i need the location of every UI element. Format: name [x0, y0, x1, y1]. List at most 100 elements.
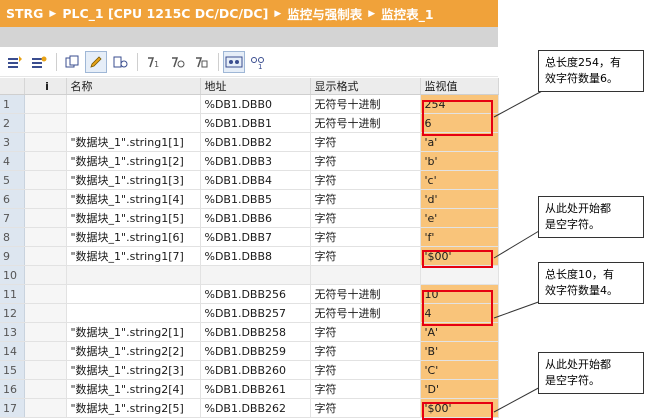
- name-cell[interactable]: "数据块_1".string2[3]: [66, 360, 201, 380]
- display-format-cell[interactable]: [310, 265, 421, 285]
- address-cell[interactable]: %DB1.DBB261: [200, 379, 311, 399]
- monitor-value-cell: 'd': [420, 189, 499, 209]
- display-format-cell[interactable]: 字符: [310, 170, 421, 190]
- add-row-icon[interactable]: [28, 51, 50, 73]
- display-format-cell[interactable]: 字符: [310, 379, 421, 399]
- name-cell[interactable]: "数据块_1".string1[4]: [66, 189, 201, 209]
- display-format-cell[interactable]: 字符: [310, 322, 421, 342]
- col-header-number: [0, 78, 25, 95]
- name-cell[interactable]: "数据块_1".string1[6]: [66, 227, 201, 247]
- display-format-cell[interactable]: 字符: [310, 398, 421, 418]
- address-cell[interactable]: %DB1.DBB260: [200, 360, 311, 380]
- name-cell[interactable]: "数据块_1".string1[2]: [66, 151, 201, 171]
- monitor-once-icon[interactable]: 1: [247, 51, 269, 73]
- col-header-address[interactable]: 地址: [200, 78, 311, 95]
- col-header-name[interactable]: 名称: [66, 78, 201, 95]
- breadcrumb-watch-table[interactable]: 监控表_1: [381, 4, 433, 23]
- table-row[interactable]: 8 "数据块_1".string1[6] %DB1.DBB7 字符'f': [0, 227, 499, 247]
- table-row[interactable]: 14 "数据块_1".string2[2] %DB1.DBB259 字符 'B': [0, 341, 499, 361]
- name-cell[interactable]: "数据块_1".string1[3]: [66, 170, 201, 190]
- address-cell[interactable]: %DB1.DBB7: [200, 227, 311, 247]
- name-cell[interactable]: "数据块_1".string2[4]: [66, 379, 201, 399]
- name-cell[interactable]: "数据块_1".string1[5]: [66, 208, 201, 228]
- col-header-display-format[interactable]: 显示格式: [310, 78, 421, 95]
- address-cell[interactable]: %DB1.DBB262: [200, 398, 311, 418]
- table-row[interactable]: 16 "数据块_1".string2[4] %DB1.DBB261 字符 'D': [0, 379, 499, 399]
- monitor-cycle-icon[interactable]: [109, 51, 131, 73]
- name-cell[interactable]: [66, 113, 201, 133]
- name-cell[interactable]: [66, 303, 201, 323]
- annotation-line: 是空字符。: [545, 218, 600, 231]
- monitor-all-icon[interactable]: [223, 50, 245, 73]
- edit-icon[interactable]: [85, 50, 107, 73]
- display-format-cell[interactable]: 字符: [310, 132, 421, 152]
- display-format-cell[interactable]: 无符号十进制: [310, 284, 421, 304]
- force-all-icon[interactable]: [166, 51, 188, 73]
- display-format-cell[interactable]: 字符: [310, 189, 421, 209]
- address-cell[interactable]: %DB1.DBB4: [200, 170, 311, 190]
- address-cell[interactable]: %DB1.DBB1: [200, 113, 311, 133]
- annotation-line: 总长度254，有: [545, 56, 621, 69]
- force-settings-icon[interactable]: [190, 51, 212, 73]
- svg-text:1: 1: [154, 60, 159, 69]
- address-cell[interactable]: %DB1.DBB3: [200, 151, 311, 171]
- name-cell[interactable]: "数据块_1".string2[1]: [66, 322, 201, 342]
- display-format-cell[interactable]: 字符: [310, 360, 421, 380]
- highlight-box-string1-header: [422, 100, 493, 136]
- name-cell[interactable]: "数据块_1".string1[1]: [66, 132, 201, 152]
- address-cell[interactable]: %DB1.DBB257: [200, 303, 311, 323]
- address-cell[interactable]: %DB1.DBB6: [200, 208, 311, 228]
- row-number-cell: 16: [0, 379, 25, 399]
- breadcrumb-project[interactable]: STRG: [6, 6, 43, 21]
- row-info-cell: [24, 284, 67, 304]
- row-number-cell: 4: [0, 151, 25, 171]
- table-row[interactable]: 15 "数据块_1".string2[3] %DB1.DBB260 字符 'C': [0, 360, 499, 380]
- table-row[interactable]: 4 "数据块_1".string1[2] %DB1.DBB3 字符'b': [0, 151, 499, 171]
- table-row[interactable]: 7 "数据块_1".string1[5] %DB1.DBB6 字符'e': [0, 208, 499, 228]
- display-format-cell[interactable]: 无符号十进制: [310, 113, 421, 133]
- display-format-cell[interactable]: 无符号十进制: [310, 303, 421, 323]
- address-cell[interactable]: %DB1.DBB5: [200, 189, 311, 209]
- address-cell[interactable]: %DB1.DBB2: [200, 132, 311, 152]
- breadcrumb-plc[interactable]: PLC_1 [CPU 1215C DC/DC/DC]: [62, 6, 268, 21]
- name-cell[interactable]: [66, 94, 201, 114]
- row-info-cell: [24, 265, 67, 285]
- row-number-cell: 3: [0, 132, 25, 152]
- row-number-cell: 13: [0, 322, 25, 342]
- name-cell[interactable]: [66, 284, 201, 304]
- display-format-cell[interactable]: 字符: [310, 151, 421, 171]
- table-row[interactable]: 6 "数据块_1".string1[4] %DB1.DBB5 字符'd': [0, 189, 499, 209]
- force-once-icon[interactable]: 1: [142, 51, 164, 73]
- display-format-cell[interactable]: 无符号十进制: [310, 94, 421, 114]
- name-cell[interactable]: "数据块_1".string2[2]: [66, 341, 201, 361]
- monitor-value-cell: 'C': [420, 360, 499, 380]
- table-row[interactable]: 5 "数据块_1".string1[3] %DB1.DBB4 字符'c': [0, 170, 499, 190]
- row-number-cell: 11: [0, 284, 25, 304]
- col-header-monitor-value[interactable]: 监视值: [420, 78, 499, 95]
- display-format-cell[interactable]: 字符: [310, 227, 421, 247]
- address-cell[interactable]: %DB1.DBB256: [200, 284, 311, 304]
- display-format-cell[interactable]: 字符: [310, 341, 421, 361]
- row-info-cell: [24, 132, 67, 152]
- name-cell[interactable]: [66, 265, 201, 285]
- breadcrumb-watch-force[interactable]: 监控与强制表: [287, 4, 362, 23]
- display-format-cell[interactable]: 字符: [310, 246, 421, 266]
- address-cell[interactable]: %DB1.DBB258: [200, 322, 311, 342]
- row-info-cell: [24, 246, 67, 266]
- table-row[interactable]: 10: [0, 265, 499, 285]
- name-cell[interactable]: "数据块_1".string1[7]: [66, 246, 201, 266]
- copy-icon[interactable]: [61, 51, 83, 73]
- monitor-value-cell: 'B': [420, 341, 499, 361]
- row-info-cell: [24, 189, 67, 209]
- address-cell[interactable]: %DB1.DBB259: [200, 341, 311, 361]
- toolbar: 1 1: [0, 47, 498, 77]
- insert-row-icon[interactable]: [4, 51, 26, 73]
- name-cell[interactable]: "数据块_1".string2[5]: [66, 398, 201, 418]
- row-number-cell: 12: [0, 303, 25, 323]
- display-format-cell[interactable]: 字符: [310, 208, 421, 228]
- address-cell[interactable]: [200, 265, 311, 285]
- annotation-callout-3: 总长度10，有 效字符数量4。: [538, 262, 644, 304]
- address-cell[interactable]: %DB1.DBB0: [200, 94, 311, 114]
- address-cell[interactable]: %DB1.DBB8: [200, 246, 311, 266]
- monitor-value-cell: 'f': [420, 227, 499, 247]
